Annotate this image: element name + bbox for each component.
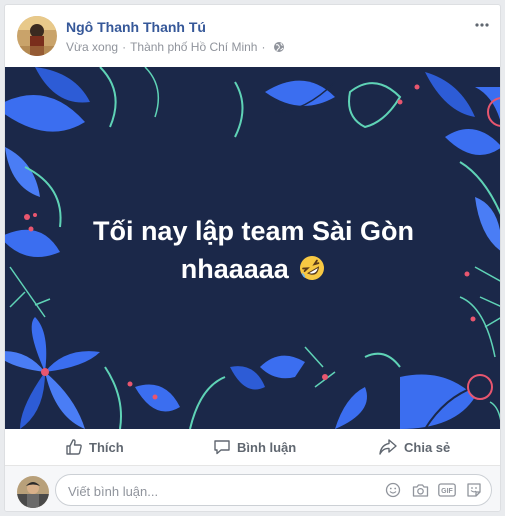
post-text-line1: Tối nay lập team Sài Gòn <box>92 216 415 246</box>
speech-bubble-icon <box>214 440 230 455</box>
like-label: Thích <box>89 439 124 455</box>
emoji-icon[interactable] <box>384 481 402 499</box>
post-background: Tối nay lập team Sài Gòn nhaaaaa <box>5 67 500 429</box>
more-options-icon[interactable] <box>472 17 492 33</box>
like-button[interactable]: Thích <box>65 429 124 465</box>
comment-label: Bình luận <box>237 439 297 455</box>
comment-input[interactable] <box>66 475 370 507</box>
post-header: Ngô Thanh Thanh Tú Vừa xong · Thành phố … <box>5 5 500 67</box>
thumbs-up-icon <box>66 439 82 455</box>
post-text-line2-wrap: nhaaaaa <box>45 250 462 292</box>
action-bar: Thích Bình luận Chia sẻ <box>5 429 500 466</box>
globe-icon[interactable] <box>273 41 285 53</box>
post-meta: Vừa xong · Thành phố Hồ Chí Minh · <box>66 40 285 54</box>
post-text-line2: nhaaaaa <box>180 254 289 284</box>
meta-separator: · <box>122 40 127 54</box>
camera-icon[interactable] <box>411 481 429 499</box>
comment-input-box[interactable]: GIF <box>55 474 492 507</box>
author-avatar[interactable] <box>17 16 57 56</box>
sticker-icon[interactable] <box>465 481 483 499</box>
rolling-on-floor-laughing-emoji-icon <box>298 254 326 292</box>
post-time[interactable]: Vừa xong <box>66 40 118 54</box>
meta-separator: · <box>261 40 266 54</box>
post-text: Tối nay lập team Sài Gòn nhaaaaa <box>45 212 462 292</box>
share-arrow-icon <box>379 439 397 455</box>
svg-text:GIF: GIF <box>441 488 453 495</box>
comment-tools: GIF <box>384 481 483 499</box>
post-location[interactable]: Thành phố Hồ Chí Minh <box>130 40 257 54</box>
comment-bar: GIF <box>5 466 500 511</box>
current-user-avatar[interactable] <box>17 476 49 508</box>
gif-icon[interactable]: GIF <box>438 481 456 499</box>
share-label: Chia sẻ <box>404 439 451 455</box>
author-name[interactable]: Ngô Thanh Thanh Tú <box>66 19 206 35</box>
share-button[interactable]: Chia sẻ <box>378 429 450 465</box>
post-card: Ngô Thanh Thanh Tú Vừa xong · Thành phố … <box>4 4 501 512</box>
comment-button[interactable]: Bình luận <box>213 429 296 465</box>
